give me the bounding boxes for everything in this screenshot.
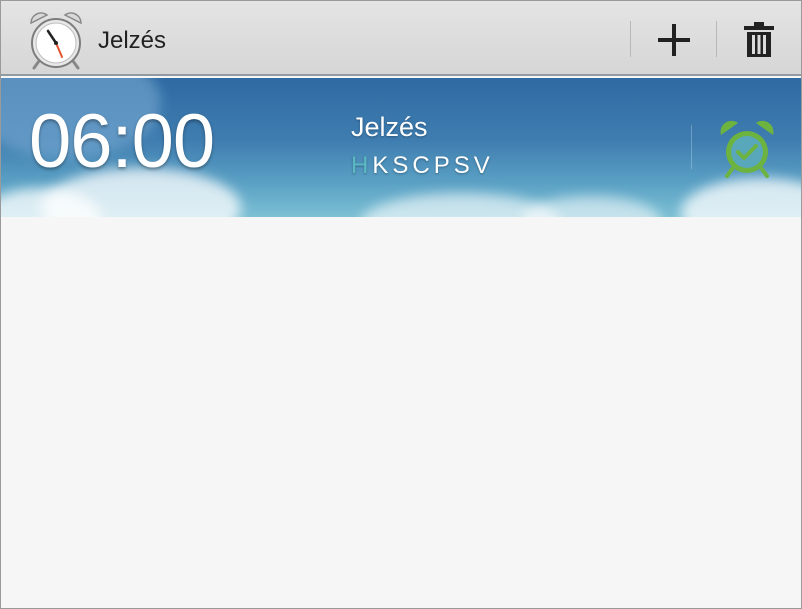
app-window: Jelzés 06:00 Jelzés HKSCPSV: [0, 0, 802, 609]
day-label: S: [453, 152, 474, 179]
day-label: S: [392, 152, 413, 179]
action-divider: [716, 21, 717, 57]
row-divider: [691, 125, 692, 169]
day-label: C: [412, 152, 434, 179]
action-bar: Jelzés: [1, 1, 801, 76]
alarm-name: Jelzés: [351, 112, 428, 142]
day-label: K: [372, 152, 393, 179]
alarm-on-icon[interactable]: [717, 118, 777, 180]
alarm-list-empty-area: [1, 217, 801, 608]
page-title: Jelzés: [98, 27, 167, 54]
alarm-time: 06:00: [29, 99, 215, 184]
action-divider: [630, 21, 631, 57]
alarm-clock-icon[interactable]: [25, 9, 87, 71]
add-alarm-button[interactable]: [644, 15, 704, 65]
day-label: H: [351, 152, 373, 179]
trash-icon: [744, 22, 774, 57]
plus-icon: [658, 24, 690, 56]
delete-button[interactable]: [729, 15, 789, 65]
alarm-list-item[interactable]: 06:00 Jelzés HKSCPSV: [1, 78, 801, 217]
day-label: V: [473, 152, 494, 179]
day-label: P: [433, 152, 454, 179]
cloud-decoration: [521, 196, 661, 217]
cloud-decoration: [681, 178, 801, 217]
alarm-repeat-days: HKSCPSV: [351, 152, 494, 180]
